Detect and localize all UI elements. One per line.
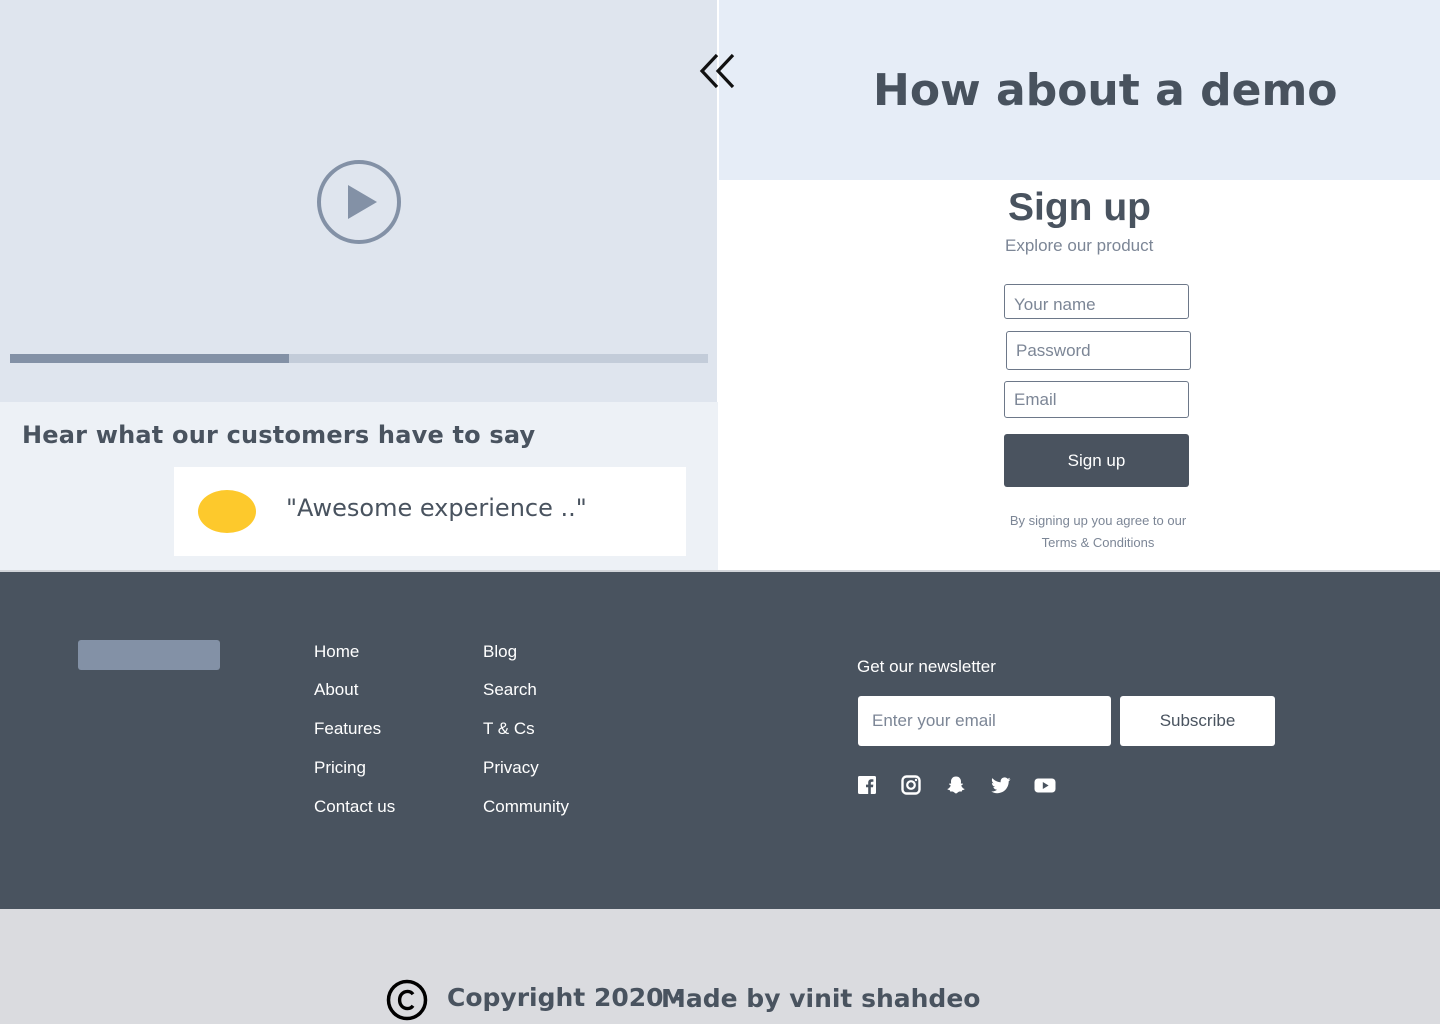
copyright-text: Copyright 2020 - xyxy=(447,983,683,1012)
footer-link-pricing[interactable]: Pricing xyxy=(314,758,366,778)
newsletter-email-input[interactable] xyxy=(858,696,1111,746)
footer-link-home[interactable]: Home xyxy=(314,642,359,662)
facebook-icon[interactable] xyxy=(857,775,877,795)
testimonial-card: "Awesome experience .." xyxy=(174,467,686,556)
terms-link[interactable]: Terms & Conditions xyxy=(990,532,1206,554)
copyright-icon xyxy=(386,979,428,1021)
double-chevron-left-icon[interactable] xyxy=(697,50,739,92)
copyright-bar: Copyright 2020 - Made by vinit shahdeo xyxy=(0,909,1440,1024)
signup-subtitle: Explore our product xyxy=(1005,236,1154,255)
footer-link-contact[interactable]: Contact us xyxy=(314,797,395,817)
newsletter-label: Get our newsletter xyxy=(857,657,996,676)
email-field[interactable] xyxy=(1004,381,1189,418)
video-player[interactable] xyxy=(0,0,718,402)
terms-notice: By signing up you agree to our Terms & C… xyxy=(990,510,1206,554)
avatar xyxy=(198,490,256,533)
footer-link-blog[interactable]: Blog xyxy=(483,642,517,662)
footer-link-tcs[interactable]: T & Cs xyxy=(483,719,535,739)
youtube-icon[interactable] xyxy=(1034,775,1056,795)
footer-link-features[interactable]: Features xyxy=(314,719,381,739)
footer-link-community[interactable]: Community xyxy=(483,797,569,817)
footer-link-search[interactable]: Search xyxy=(483,680,537,700)
instagram-icon[interactable] xyxy=(901,775,921,795)
twitter-icon[interactable] xyxy=(991,775,1011,795)
subscribe-button[interactable]: Subscribe xyxy=(1120,696,1275,746)
footer: Home About Features Pricing Contact us B… xyxy=(0,572,1440,909)
signup-title: Sign up xyxy=(1008,186,1151,229)
footer-logo[interactable] xyxy=(78,640,220,670)
play-icon[interactable] xyxy=(316,159,402,245)
demo-title: How about a demo xyxy=(873,65,1338,116)
footer-link-about[interactable]: About xyxy=(314,680,358,700)
author-credit: Made by vinit shahdeo xyxy=(661,984,981,1013)
testimonials-heading: Hear what our customers have to say xyxy=(22,421,536,449)
video-progress-bar[interactable] xyxy=(10,354,708,363)
signup-button[interactable]: Sign up xyxy=(1004,434,1189,487)
testimonials-section: Hear what our customers have to say "Awe… xyxy=(0,402,718,572)
video-progress-fill xyxy=(10,354,290,363)
footer-link-privacy[interactable]: Privacy xyxy=(483,758,539,778)
terms-prefix: By signing up you agree to our xyxy=(1009,513,1187,528)
testimonial-quote: "Awesome experience .." xyxy=(286,494,587,522)
name-field[interactable] xyxy=(1004,284,1189,319)
snapchat-icon[interactable] xyxy=(946,775,966,795)
password-field[interactable] xyxy=(1006,331,1191,370)
